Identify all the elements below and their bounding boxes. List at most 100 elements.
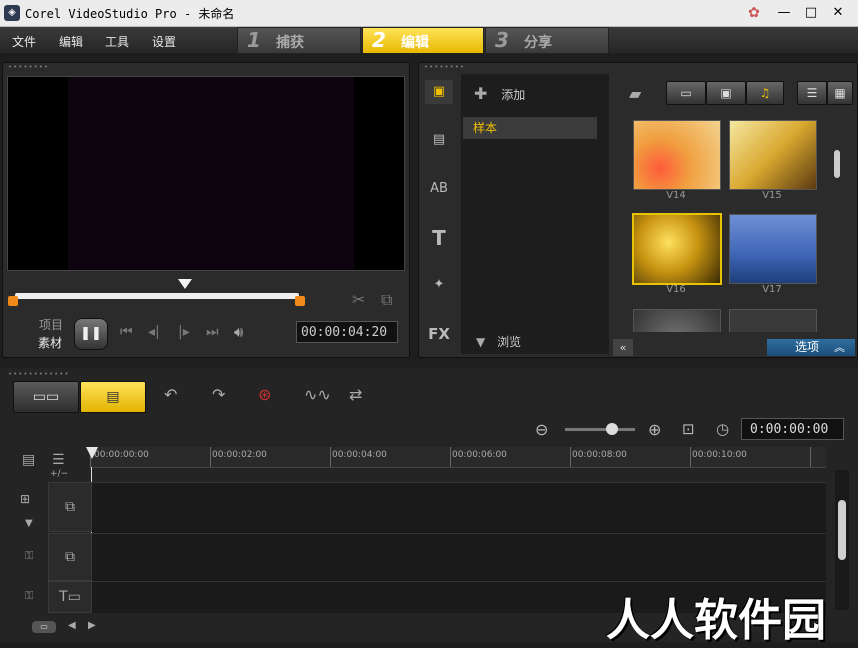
library-grid: V14 V15 V16 V17 — [613, 110, 833, 332]
chevron-up-icon: ︽ — [834, 341, 845, 354]
redo-icon[interactable]: ↷ — [212, 385, 225, 404]
panel-grip[interactable]: •••••••• — [8, 63, 49, 71]
scrubber-handle[interactable] — [178, 279, 192, 289]
track-manager-icon[interactable]: ▤ — [22, 452, 35, 468]
lock-icon[interactable]: ⚿ — [25, 549, 33, 563]
trim-start-handle[interactable] — [8, 296, 18, 306]
step-label: 分享 — [524, 35, 552, 51]
maximize-button[interactable]: □ — [801, 4, 821, 22]
track-scroll-button[interactable]: ▭ — [32, 621, 56, 633]
scroll-left-icon[interactable]: ◀ — [68, 620, 76, 631]
thumbnail-item[interactable] — [633, 309, 721, 332]
home-icon[interactable]: ⏮ — [120, 324, 133, 340]
video-track-header[interactable]: ⧉ — [48, 482, 92, 532]
transition-icon[interactable]: AB — [425, 177, 453, 201]
trim-end-handle[interactable] — [295, 296, 305, 306]
ruler-tick — [570, 447, 571, 467]
menu-settings[interactable]: 设置 — [152, 33, 176, 50]
preview-frame — [68, 77, 354, 270]
zoom-slider-handle[interactable] — [606, 423, 618, 435]
window-title: Corel VideoStudio Pro - 未命名 — [25, 7, 235, 21]
panel-grip[interactable]: •••••••••••• — [8, 370, 70, 378]
media-icon[interactable]: ▣ — [425, 80, 453, 104]
chapter-list-icon[interactable]: ☰ — [52, 452, 65, 468]
ruler-label: 00:00:04:00 — [332, 450, 387, 460]
volume-icon[interactable]: 🔊︎ — [234, 323, 243, 341]
instant-project-icon[interactable]: ▤ — [425, 128, 453, 152]
timeline-scroll-thumb[interactable] — [838, 500, 846, 560]
browse-button[interactable]: ▼ 浏览 — [476, 333, 521, 350]
chevron-down-icon[interactable]: ▼ — [25, 518, 33, 529]
timeline-view-button[interactable]: ▤ — [80, 381, 146, 413]
scroll-right-icon[interactable]: ▶ — [88, 620, 96, 631]
folder-item-sample[interactable]: 样本 — [463, 117, 597, 139]
next-frame-icon[interactable]: |▸ — [178, 324, 190, 340]
folder-icon[interactable]: ▰ — [629, 84, 641, 103]
mode-clip[interactable]: 素材 — [38, 334, 62, 351]
filter-icon[interactable]: FX — [425, 322, 453, 346]
overlay-track-header[interactable]: ⧉ — [48, 533, 92, 581]
mode-project[interactable]: 项目 — [39, 316, 63, 333]
storyboard-view-button[interactable]: ▭▭ — [13, 381, 79, 413]
previous-frame-icon[interactable]: ◂| — [148, 324, 160, 340]
library-scrollbar[interactable] — [834, 150, 840, 178]
step-tab-share[interactable]: 3 分享 — [485, 27, 609, 54]
list-view-button[interactable]: ☰ — [797, 81, 827, 105]
show-video-button[interactable]: ▭ — [666, 81, 706, 105]
auto-music-icon[interactable]: ⇄ — [349, 385, 362, 404]
help-icon[interactable]: ✿ — [744, 4, 764, 22]
overlay-track[interactable] — [92, 533, 826, 581]
ruler-label: 00:00:06:00 — [452, 450, 507, 460]
scissors-icon[interactable]: ✂ — [352, 290, 365, 309]
thumbnail-v17[interactable] — [729, 214, 817, 284]
thumbnail-item[interactable] — [729, 309, 817, 332]
lock-icon[interactable]: ⚿ — [25, 589, 33, 603]
ruler-tick — [330, 447, 331, 467]
zoom-slider[interactable] — [565, 428, 635, 431]
audio-mixer-icon[interactable]: ∿∿ — [304, 385, 331, 404]
title-icon[interactable]: T — [425, 226, 453, 250]
ruler-tick — [210, 447, 211, 467]
title-track-header[interactable]: T▭ — [48, 581, 92, 613]
timeline-timecode[interactable]: 0:00:00:00 — [741, 418, 844, 440]
undo-icon[interactable]: ↶ — [164, 385, 177, 404]
fit-project-icon[interactable]: ⊡ — [682, 420, 695, 438]
graphic-icon[interactable]: ✦ — [425, 273, 453, 297]
menu-file[interactable]: 文件 — [12, 33, 36, 50]
end-icon[interactable]: ⏭ — [206, 324, 219, 340]
zoom-out-icon[interactable]: ⊖ — [535, 420, 548, 439]
timeline-ruler[interactable]: 00:00:00:00 00:00:02:00 00:00:04:00 00:0… — [90, 447, 826, 468]
video-track[interactable] — [92, 482, 826, 533]
minimize-button[interactable]: — — [774, 4, 794, 22]
step-tab-capture[interactable]: 1 捕获 — [237, 27, 361, 54]
panel-grip[interactable]: •••••••• — [424, 63, 465, 71]
title-bar: ◈ Corel VideoStudio Pro - 未命名 ✿ — □ ✕ — [0, 0, 858, 27]
player-timecode[interactable]: 00:00:04:20 — [296, 321, 398, 343]
thumbnail-v15[interactable] — [729, 120, 817, 190]
thumbnail-label: V17 — [762, 284, 782, 295]
thumbnail-v14[interactable] — [633, 120, 721, 190]
record-capture-icon[interactable]: ⊛ — [258, 385, 271, 404]
pause-button[interactable]: ❚❚ — [74, 318, 108, 350]
thumbnail-v16[interactable] — [632, 213, 722, 285]
show-audio-button[interactable]: ♫ — [746, 81, 784, 105]
zoom-in-icon[interactable]: ⊕ — [648, 420, 661, 439]
collapse-icon[interactable]: « — [613, 339, 633, 356]
video-track-icon: ⧉ — [65, 499, 75, 515]
step-label: 编辑 — [401, 35, 429, 51]
thumbnail-view-button[interactable]: ▦ — [827, 81, 853, 105]
thumbnail-label: V15 — [762, 190, 782, 201]
enlarge-icon[interactable]: ⧉ — [381, 290, 392, 310]
close-button[interactable]: ✕ — [828, 4, 848, 22]
playhead-handle[interactable] — [86, 447, 98, 459]
ripple-edit-icon[interactable]: ⊞ — [20, 492, 30, 506]
add-remove-track[interactable]: +/− — [50, 469, 68, 479]
scrub-bar[interactable] — [15, 293, 299, 299]
menu-edit[interactable]: 编辑 — [59, 33, 83, 50]
step-tab-edit[interactable]: 2 编辑 — [362, 27, 484, 54]
ruler-label: 00:00:10:00 — [692, 450, 747, 460]
menu-tools[interactable]: 工具 — [105, 33, 129, 50]
preview-screen[interactable] — [7, 76, 405, 271]
add-folder-button[interactable]: ✚ 添加 — [474, 84, 525, 103]
show-photo-button[interactable]: ▣ — [706, 81, 746, 105]
